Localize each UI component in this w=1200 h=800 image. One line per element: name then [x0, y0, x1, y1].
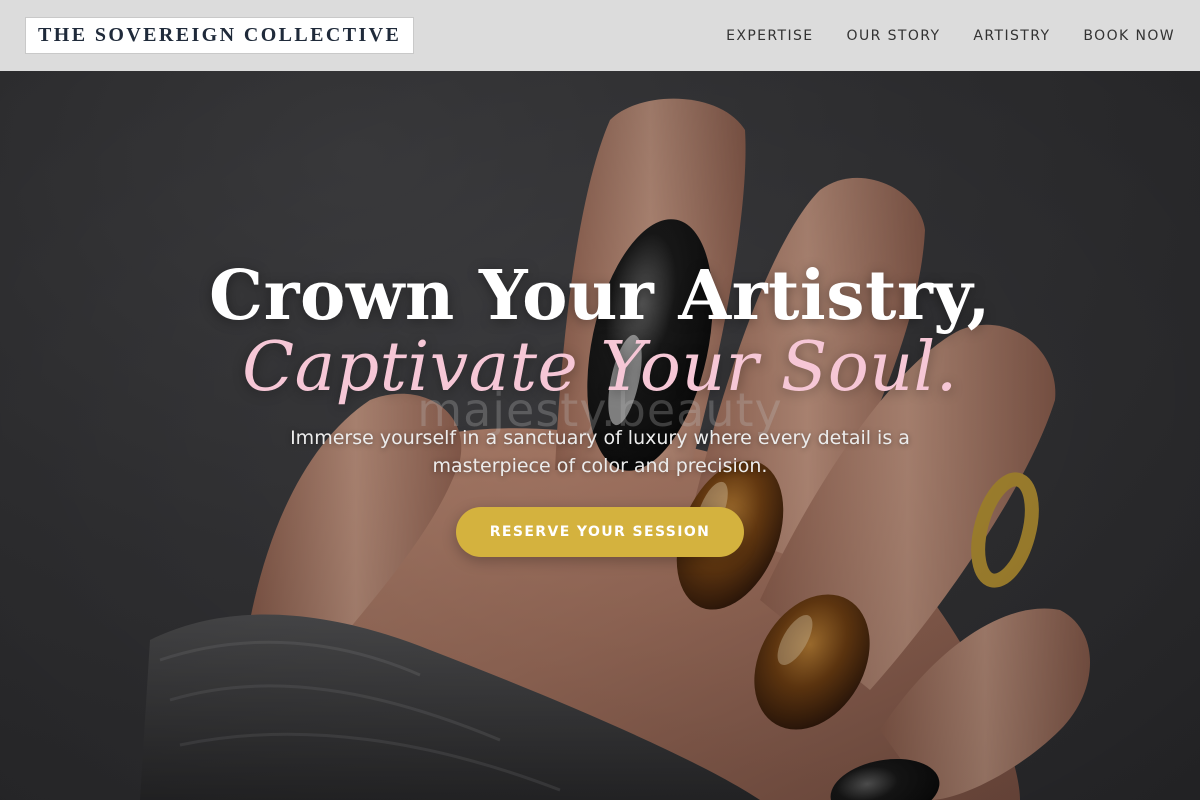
hero-headline: Crown Your Artistry,	[209, 256, 991, 336]
hero-subtitle: Immerse yourself in a sanctuary of luxur…	[290, 427, 910, 477]
main-nav: EXPERTISE OUR STORY ARTISTRY BOOK NOW	[693, 28, 1175, 44]
hero-section: majesty.beauty Crown Your Artistry, Capt…	[0, 0, 1200, 800]
nav-link-book-now[interactable]: BOOK NOW	[1083, 28, 1175, 44]
site-header: THE SOVEREIGN COLLECTIVE EXPERTISE OUR S…	[0, 0, 1200, 71]
nav-link-our-story[interactable]: OUR STORY	[847, 28, 941, 44]
nav-link-expertise[interactable]: EXPERTISE	[726, 28, 813, 44]
brand-logo[interactable]: THE SOVEREIGN COLLECTIVE	[25, 17, 415, 54]
hero-headline-accent: Captivate Your Soul.	[242, 328, 958, 407]
nav-link-artistry[interactable]: ARTISTRY	[973, 28, 1050, 44]
reserve-session-button[interactable]: RESERVE YOUR SESSION	[456, 507, 744, 557]
